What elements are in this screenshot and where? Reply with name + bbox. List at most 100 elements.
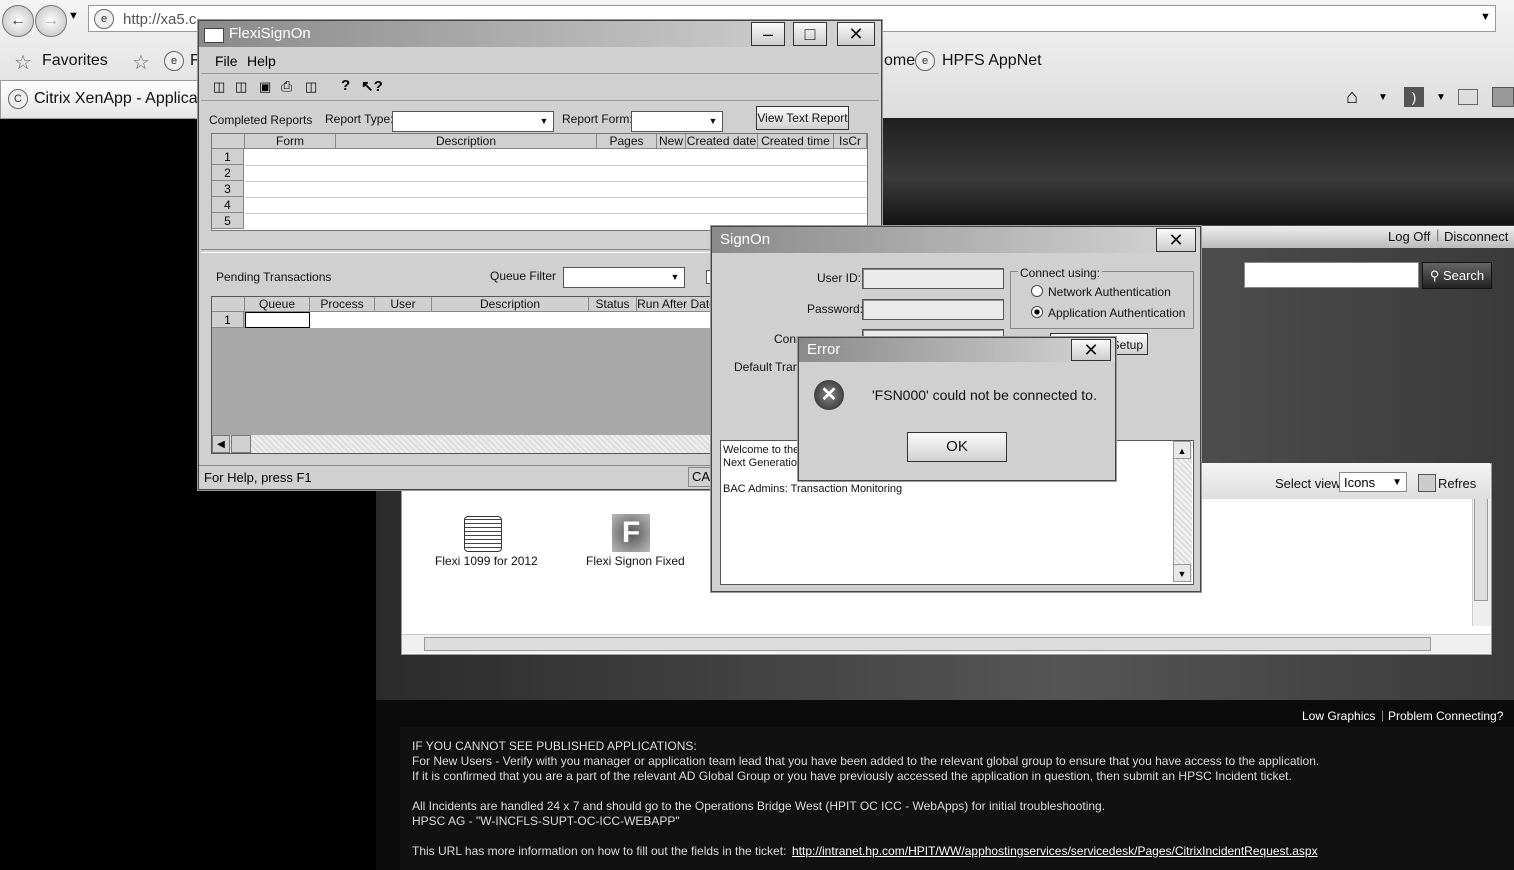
report-form-dropdown[interactable]: ▼ [631, 111, 723, 132]
search-input[interactable] [1244, 262, 1419, 288]
user-id-label: User ID: [817, 271, 862, 285]
export-icon[interactable]: ◫ [305, 79, 317, 95]
close-button[interactable]: ✕ [837, 22, 875, 46]
app-auth-radio[interactable] [1031, 306, 1043, 318]
tab-title: Citrix XenApp - Applicat [34, 90, 203, 107]
add-favorite-icon[interactable]: ☆ [132, 50, 150, 75]
col-form[interactable]: Form [245, 134, 336, 149]
scroll-left-icon[interactable]: ◀ [212, 435, 230, 453]
log-off-link[interactable]: Log Off [1388, 229, 1430, 244]
select-view-dropdown[interactable]: Icons ▼ [1339, 472, 1407, 492]
col-pages[interactable]: Pages [597, 134, 657, 149]
selected-cell[interactable] [245, 312, 310, 328]
report-form-label: Report Form: [562, 112, 633, 126]
col-created-date[interactable]: Created date [686, 134, 758, 149]
menu-help[interactable]: Help [247, 53, 276, 69]
apps-scroll-thumb[interactable] [1474, 489, 1488, 601]
context-help-icon[interactable]: ↖? [361, 77, 383, 95]
network-auth-label[interactable]: Network Authentication [1048, 285, 1171, 299]
error-title: Error [807, 341, 841, 358]
address-dropdown-icon[interactable]: ▼ [1480, 11, 1491, 23]
feeds-dropdown-icon[interactable]: ▼ [1436, 92, 1446, 103]
home-dropdown-icon[interactable]: ▼ [1378, 92, 1388, 103]
signon-title-bar[interactable]: SignOn ✕ [712, 227, 1200, 253]
table-row[interactable]: 5 [212, 213, 244, 229]
table-row[interactable]: 4 [212, 197, 244, 213]
back-arrow-icon: ← [10, 12, 26, 29]
password-label: Password: [807, 302, 864, 316]
network-auth-radio[interactable] [1031, 285, 1043, 297]
queue-filter-dropdown[interactable]: ▼ [563, 267, 685, 288]
app-label[interactable]: Flexi 1099 for 2012 [435, 554, 538, 568]
ok-button[interactable]: OK [907, 432, 1007, 462]
forward-arrow-icon: → [43, 12, 59, 29]
col-user[interactable]: User [375, 297, 432, 312]
view-text-report-button[interactable]: View Text Report [756, 106, 849, 130]
pending-scroll-thumb[interactable] [231, 435, 251, 453]
table-row[interactable]: 1 [212, 149, 244, 165]
welcome-scrollbar[interactable] [1173, 441, 1192, 582]
search-button[interactable]: ⚲ Search [1422, 262, 1492, 289]
search-label: Search [1442, 268, 1485, 283]
col-process[interactable]: Process [310, 297, 375, 312]
minimize-button[interactable]: – [751, 22, 785, 46]
col-run-after-date[interactable]: Run After Date [637, 297, 712, 312]
flexi-title-bar[interactable]: FlexiSignOn – □ ✕ [199, 21, 881, 47]
scroll-app-icon[interactable] [464, 516, 502, 552]
low-graphics-link[interactable]: Low Graphics [1302, 709, 1375, 723]
col-description[interactable]: Description [336, 134, 597, 149]
table-row[interactable]: 2 [212, 165, 244, 181]
citrix-footer: Low Graphics | Problem Connecting? IF YO… [376, 703, 1514, 870]
col-new[interactable]: New [657, 134, 686, 149]
reports-grid[interactable]: Form Description Pages New Created date … [211, 133, 868, 231]
col-pending-description[interactable]: Description [432, 297, 589, 312]
app-label[interactable]: Flexi Signon Fixed [586, 554, 685, 568]
problem-connecting-link[interactable]: Problem Connecting? [1388, 709, 1503, 723]
copy-icon[interactable]: ◫ [213, 79, 225, 95]
scroll-down-icon[interactable]: ▼ [1173, 564, 1191, 582]
menu-file[interactable]: File [215, 53, 238, 69]
print-icon[interactable] [1492, 87, 1514, 107]
refresh-icon[interactable] [1418, 474, 1436, 492]
col-queue[interactable]: Queue [245, 297, 310, 312]
error-title-bar[interactable]: Error ✕ [799, 338, 1115, 362]
close-button[interactable]: ✕ [1071, 339, 1111, 361]
select-view-value: Icons [1344, 475, 1376, 490]
mail-icon[interactable] [1458, 89, 1478, 105]
back-button[interactable]: ← [2, 5, 34, 37]
table-row[interactable]: 1 [212, 312, 244, 328]
col-iscr[interactable]: IsCr [834, 134, 867, 149]
favorites-button[interactable]: Favorites [42, 52, 108, 70]
col-status[interactable]: Status [589, 297, 637, 312]
print-icon[interactable]: ⎙ [281, 78, 292, 95]
flexi-app-icon[interactable]: F [612, 514, 650, 552]
table-row[interactable]: 3 [212, 181, 244, 197]
pending-row-cells[interactable] [245, 312, 712, 328]
fav-item-home[interactable]: ome [884, 52, 915, 70]
feeds-icon[interactable]: ) [1404, 87, 1424, 107]
home-icon[interactable]: ⌂ [1346, 86, 1358, 109]
close-button[interactable]: ✕ [1156, 228, 1196, 252]
app-auth-label[interactable]: Application Authentication [1048, 306, 1185, 320]
col-created-time[interactable]: Created time [758, 134, 834, 149]
preview-icon[interactable]: ▣ [259, 79, 271, 95]
paste-icon[interactable]: ◫ [235, 79, 247, 95]
disconnect-link[interactable]: Disconnect [1444, 229, 1508, 244]
maximize-button[interactable]: □ [793, 22, 827, 46]
refresh-button[interactable]: Refres [1438, 476, 1476, 491]
user-id-field[interactable] [862, 268, 1004, 289]
password-field[interactable] [862, 299, 1004, 320]
forward-button[interactable]: → [35, 5, 67, 37]
help-icon[interactable]: ? [341, 77, 350, 94]
pending-grid[interactable]: Queue Process User Description Status Ru… [211, 296, 713, 454]
fav-item-appnet[interactable]: HPFS AppNet [942, 52, 1042, 70]
history-dropdown-icon[interactable]: ▼ [68, 10, 79, 22]
footer-notice-box: IF YOU CANNOT SEE PUBLISHED APPLICATIONS… [400, 727, 1514, 870]
apps-hscroll-thumb[interactable] [424, 637, 1431, 651]
report-type-dropdown[interactable]: ▼ [392, 111, 554, 132]
welcome-line: Welcome to the [723, 444, 800, 456]
footer-url-prefix: This URL has more information on how to … [412, 844, 787, 858]
incident-request-link[interactable]: http://intranet.hp.com/HPIT/WW/apphostin… [792, 844, 1318, 858]
scroll-up-icon[interactable]: ▲ [1173, 441, 1191, 459]
pending-hscroll[interactable] [212, 435, 712, 453]
